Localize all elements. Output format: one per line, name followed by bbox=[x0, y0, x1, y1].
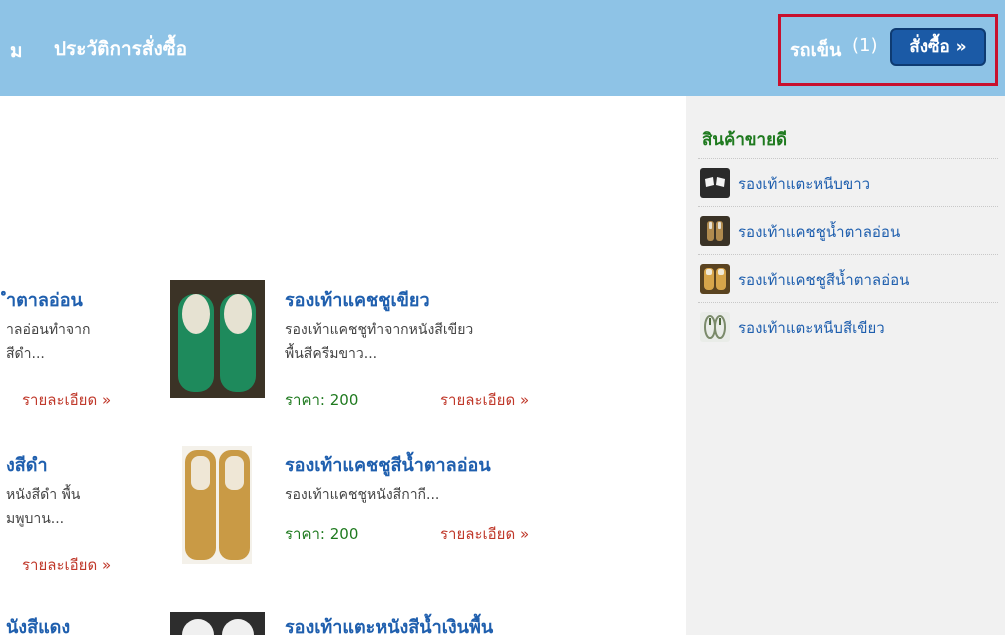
bestseller-link[interactable]: รองเท้าแตะหนีบขาว bbox=[738, 172, 870, 196]
product-detail-link[interactable]: รายละเอียด » bbox=[440, 522, 529, 546]
cart-count: (1) bbox=[852, 35, 878, 56]
product-description: าลอ่อนทำจาก bbox=[6, 322, 91, 338]
nav-link-order-history[interactable]: ประวัติการสั่งซื้อ bbox=[54, 34, 187, 64]
product-description: รองเท้าแคชชูหนังสีกากี... bbox=[285, 487, 440, 503]
product-description: รองเท้าแคชชูทำจากหนังสีเขียว bbox=[285, 322, 474, 338]
product-title[interactable]: รองเท้าแตะหนังสีน้ำเงินพื้น bbox=[285, 612, 493, 635]
product-detail-link[interactable]: รายละเอียด » bbox=[22, 553, 111, 577]
product-title[interactable]: รองเท้าแคชชูสีน้ำตาลอ่อน bbox=[285, 450, 491, 479]
bestseller-link[interactable]: รองเท้าแตะหนีบสีเขียว bbox=[738, 316, 885, 340]
bestseller-item[interactable]: รองเท้าแคชชูสีน้ำตาลอ่อน bbox=[698, 254, 998, 302]
blue-sandal-image[interactable] bbox=[170, 612, 265, 635]
bestseller-link[interactable]: รองเท้าแคชชูสีน้ำตาลอ่อน bbox=[738, 268, 909, 292]
order-button[interactable]: สั่งซื้อ » bbox=[890, 28, 986, 66]
product-description: หนังสีดำ พื้น bbox=[6, 487, 81, 503]
bestseller-item[interactable]: รองเท้าแตะหนีบสีเขียว bbox=[698, 302, 998, 350]
bestsellers-title: สินค้าขายดี bbox=[702, 130, 788, 150]
product-price: ราคา: 200 bbox=[285, 391, 359, 409]
product-title[interactable]: ำตาลอ่อน bbox=[6, 285, 83, 314]
product-description: พื้นสีครีมขาว... bbox=[285, 346, 378, 362]
cart-link[interactable]: รถเข็น bbox=[790, 35, 841, 64]
product-description: สีดำ... bbox=[6, 346, 45, 362]
bestseller-item[interactable]: รองเท้าแคชชูน้ำตาลอ่อน bbox=[698, 206, 998, 254]
product-title[interactable]: นังสีแดง bbox=[6, 612, 70, 635]
product-detail-link[interactable]: รายละเอียด » bbox=[22, 388, 111, 412]
bestseller-link[interactable]: รองเท้าแคชชูน้ำตาลอ่อน bbox=[738, 220, 900, 244]
product-title[interactable]: งสีดำ bbox=[6, 450, 48, 479]
tan-clog-thumb-icon bbox=[700, 264, 730, 294]
green-flipflop-thumb-icon bbox=[700, 312, 730, 342]
tan-clog-image[interactable] bbox=[182, 446, 252, 564]
product-detail-link[interactable]: รายละเอียด » bbox=[440, 388, 529, 412]
product-price: ราคา: 200 bbox=[285, 525, 359, 543]
bestseller-item[interactable]: รองเท้าแตะหนีบขาว bbox=[698, 158, 998, 206]
brown-clog-thumb-icon bbox=[700, 216, 730, 246]
product-description: มพูบาน... bbox=[6, 511, 65, 527]
nav-link-partial[interactable]: ม bbox=[10, 36, 23, 66]
green-clog-image[interactable] bbox=[170, 280, 265, 398]
product-title[interactable]: รองเท้าแคชชูเขียว bbox=[285, 285, 430, 314]
white-flipflop-thumb-icon bbox=[700, 168, 730, 198]
